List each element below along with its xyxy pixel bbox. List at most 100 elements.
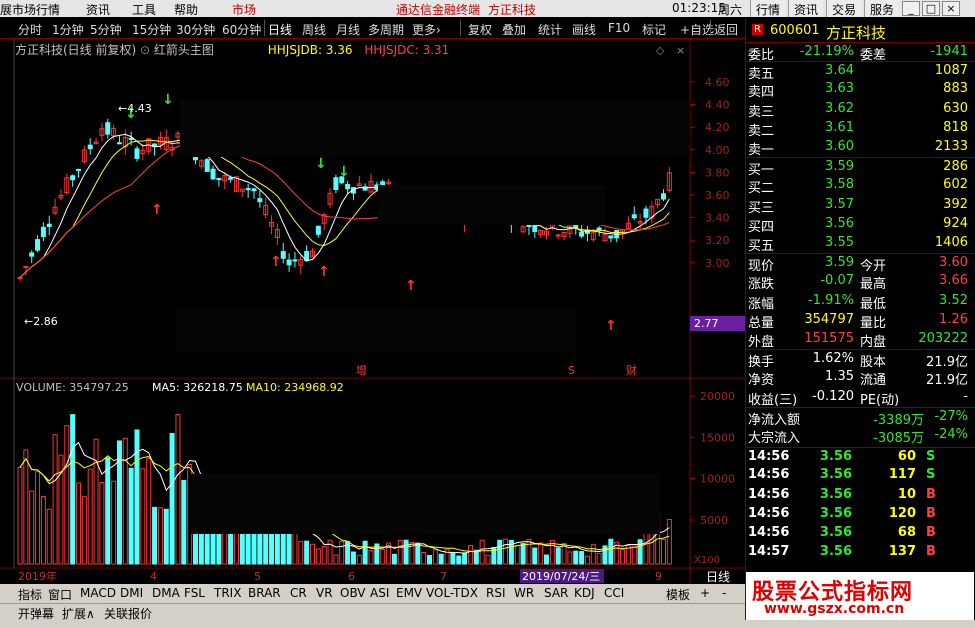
indicator-tab-2[interactable]: MACD [80,586,116,600]
indicator-tab-6[interactable]: TRIX [214,586,241,600]
btn-news[interactable]: 资讯 [788,0,824,17]
ask-row[interactable]: 卖四 3.63 883 [746,80,975,100]
close-icon[interactable]: × [942,1,960,16]
indicator-tab-8[interactable]: CR [290,586,307,600]
bid-row[interactable]: 买二 3.58 602 [746,176,975,196]
buy-arrow-icon: ↑ [270,254,282,270]
volume-bar [526,538,532,565]
minimize-icon[interactable]: _ [902,1,920,16]
indicator-tab-13[interactable]: VOL-TDX [426,586,478,600]
stat-label: 换手 [748,355,775,371]
ask-row[interactable]: 卖二 3.61 818 [746,119,975,139]
volume-bar [567,551,573,565]
quote-title: R 600601 方正科技 [746,22,975,42]
date-axis-label: 7 [440,570,447,583]
indicator-tab-18[interactable]: CCI [604,586,624,600]
tick-volume: 120 [888,505,916,521]
restore-icon[interactable]: □ [922,1,940,16]
indicator-tab-19[interactable]: 模板 [666,586,690,603]
high-annotation: ←4.43 [118,102,152,115]
volume-bar [333,554,339,565]
stat-value: 354797 [804,311,854,327]
btn-trade[interactable]: 交易 [826,0,862,17]
bid-price: 3.57 [825,196,854,212]
price-tick-label: 4.60 [705,76,730,89]
bid-row[interactable]: 买三 3.57 392 [746,196,975,216]
btn-quote[interactable]: 行情 [750,0,786,17]
candle-body [40,226,46,238]
btn-service[interactable]: 服务 [864,0,900,17]
candle-body [257,198,263,203]
candle-body [128,137,134,141]
volume-bar [637,539,643,565]
tick-volume: 10 [897,486,916,502]
stat-value: 203222 [918,331,968,346]
candle-body [579,231,585,237]
candle-body [286,259,292,266]
candle-body [608,235,614,239]
volume-bar [538,542,544,565]
volume-bar [544,554,549,565]
stat-label: 股本 [860,355,887,371]
ask-row[interactable]: 卖三 3.62 630 [746,100,975,120]
indicator-tab-11[interactable]: ASI [370,586,389,600]
flow-pct: -27% [934,408,968,424]
indicator-tab-21[interactable]: - [722,586,726,600]
kline-chart[interactable]: 4.604.404.204.003.803.603.403.203.00↓↓↓ ↓… [0,0,745,584]
volume-bar [304,540,310,565]
bid-row[interactable]: 买四 3.56 924 [746,215,975,235]
candle-body [292,259,298,262]
hhjsjdb-value: HHJSJDB: 3.36 [267,43,353,57]
bid-row[interactable]: 买一 3.59 286 [746,157,975,178]
indicator-tab-14[interactable]: RSI [486,586,506,600]
indicator-tab-20[interactable]: + [700,586,710,600]
weibi-row: 委比 -21.19% 委差 -1941 [746,42,975,63]
quote-panel: R 600601 方正科技 委比 -21.19% 委差 -1941 卖五 3.64 1087… [745,18,975,628]
stat-value: 21.9亿 [926,373,968,389]
date-axis-label: 6 [348,570,355,583]
indicator-tab-4[interactable]: DMA [152,586,180,600]
weibi-label: 委比 [748,48,775,63]
price-tick-label: 3.20 [705,234,730,247]
indicator-tab-1[interactable]: 窗口 [48,586,72,603]
candle-body [228,177,234,180]
indicator-tab-7[interactable]: BRAR [248,586,281,600]
volume-bar [263,531,269,565]
ask-row[interactable]: 卖五 3.64 1087 [746,61,975,82]
volume-bar [87,468,93,565]
candle-body [204,159,210,172]
indicator-tab-0[interactable]: 指标 [18,586,42,603]
candle-body [76,168,81,171]
tick-price: 3.56 [819,467,852,483]
stat-value: 1.26 [939,311,968,327]
ask-row[interactable]: 卖一 3.60 2133 [746,138,975,158]
stock-name: 方正科技 [826,24,887,42]
volume-bar [514,544,520,565]
indicator-tab-16[interactable]: SAR [544,586,568,600]
watermark-logo: 股票公式指标网 www.gszx.com.cn [746,572,974,620]
buy-arrow-icon: ↑ [605,318,617,334]
chevron-down-icon[interactable]: ⊙ [140,43,154,57]
indicator-tab-17[interactable]: KDJ [574,586,595,600]
stat-row: 净资 1.35 流通 21.9亿 [746,368,975,389]
indicator-tab-3[interactable]: DMI [120,586,143,600]
volume-bar [485,554,491,565]
date-axis-label: 9 [655,570,662,583]
stock-code: 600601 [770,23,820,38]
indicator-tab-5[interactable]: FSL [184,586,205,600]
chart-indicator-name[interactable]: 红箭头主图 [154,43,214,57]
volume-tick-label: 5000 [700,514,728,527]
volume-bar [140,468,146,565]
bid-row[interactable]: 买五 3.55 1406 [746,234,975,254]
indicator-tab-9[interactable]: VR [316,586,333,600]
tick-price: 3.56 [819,449,852,465]
volume-bar [438,553,444,565]
tick-price: 3.56 [819,525,852,540]
indicator-tab-15[interactable]: WR [514,586,534,600]
candle-body [134,148,140,159]
stat-value: 151575 [804,331,854,346]
volume-tick-label: 10000 [700,473,735,486]
indicator-tab-10[interactable]: OBV [340,586,366,600]
candle-body [345,184,351,190]
indicator-tab-12[interactable]: EMV [396,586,422,600]
